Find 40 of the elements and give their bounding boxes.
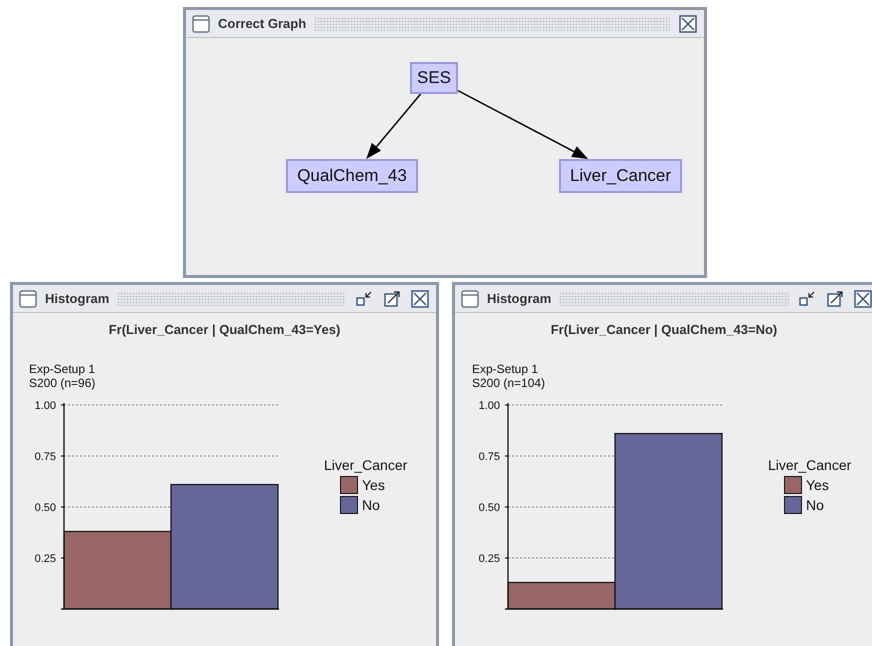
title-bar-grip[interactable] (314, 16, 670, 30)
window-title: Correct Graph (218, 14, 306, 33)
legend-label: No (806, 496, 824, 514)
tick-label: 1.00 (34, 400, 56, 412)
tick-label: 0.75 (478, 450, 500, 462)
window-icon (192, 14, 210, 32)
title-bar-grip[interactable] (117, 292, 346, 306)
minimize-button[interactable] (354, 288, 374, 308)
legend-title: Liver_Cancer (768, 456, 852, 474)
legend-label: No (362, 496, 380, 514)
chart-subtitle: Exp-Setup 1 (29, 362, 96, 376)
window-icon (19, 290, 37, 308)
maximize-button[interactable] (825, 288, 845, 308)
graph-node: QualChem_43 (286, 159, 418, 193)
close-button[interactable] (853, 288, 872, 308)
tick-label: 0.50 (34, 502, 56, 514)
graph-node: SES (410, 62, 458, 94)
tick-label: 0.25 (34, 552, 56, 564)
legend-label: Yes (362, 476, 385, 494)
chart-subtitle: Exp-Setup 1 (472, 362, 540, 376)
maximize-button[interactable] (382, 288, 402, 308)
legend-title: Liver_Cancer (324, 456, 408, 474)
tick-label: 0.50 (478, 502, 500, 514)
tick-label: 1.00 (478, 400, 500, 412)
minimize-button[interactable] (797, 288, 817, 308)
title-bar-grip[interactable] (559, 292, 789, 306)
tick-label: 0.75 (34, 450, 56, 462)
chart-subtitle: S200 (n=104) (472, 376, 546, 390)
window-icon (461, 290, 479, 308)
plot-title: Fr(Liver_Cancer | QualChem_43=Yes) (108, 321, 342, 339)
plot-title: Fr(Liver_Cancer | QualChem_43=No) (550, 321, 778, 339)
tick-label: 0.25 (478, 552, 500, 564)
chart-subtitle: S200 (n=96) (29, 376, 96, 390)
window-title: Histogram (45, 290, 110, 308)
graph-node: Liver_Cancer (559, 159, 682, 193)
window-title: Histogram (487, 290, 552, 308)
legend-label: Yes (806, 476, 829, 494)
close-button[interactable] (678, 14, 698, 34)
arrow (366, 94, 422, 159)
close-button[interactable] (410, 288, 430, 308)
